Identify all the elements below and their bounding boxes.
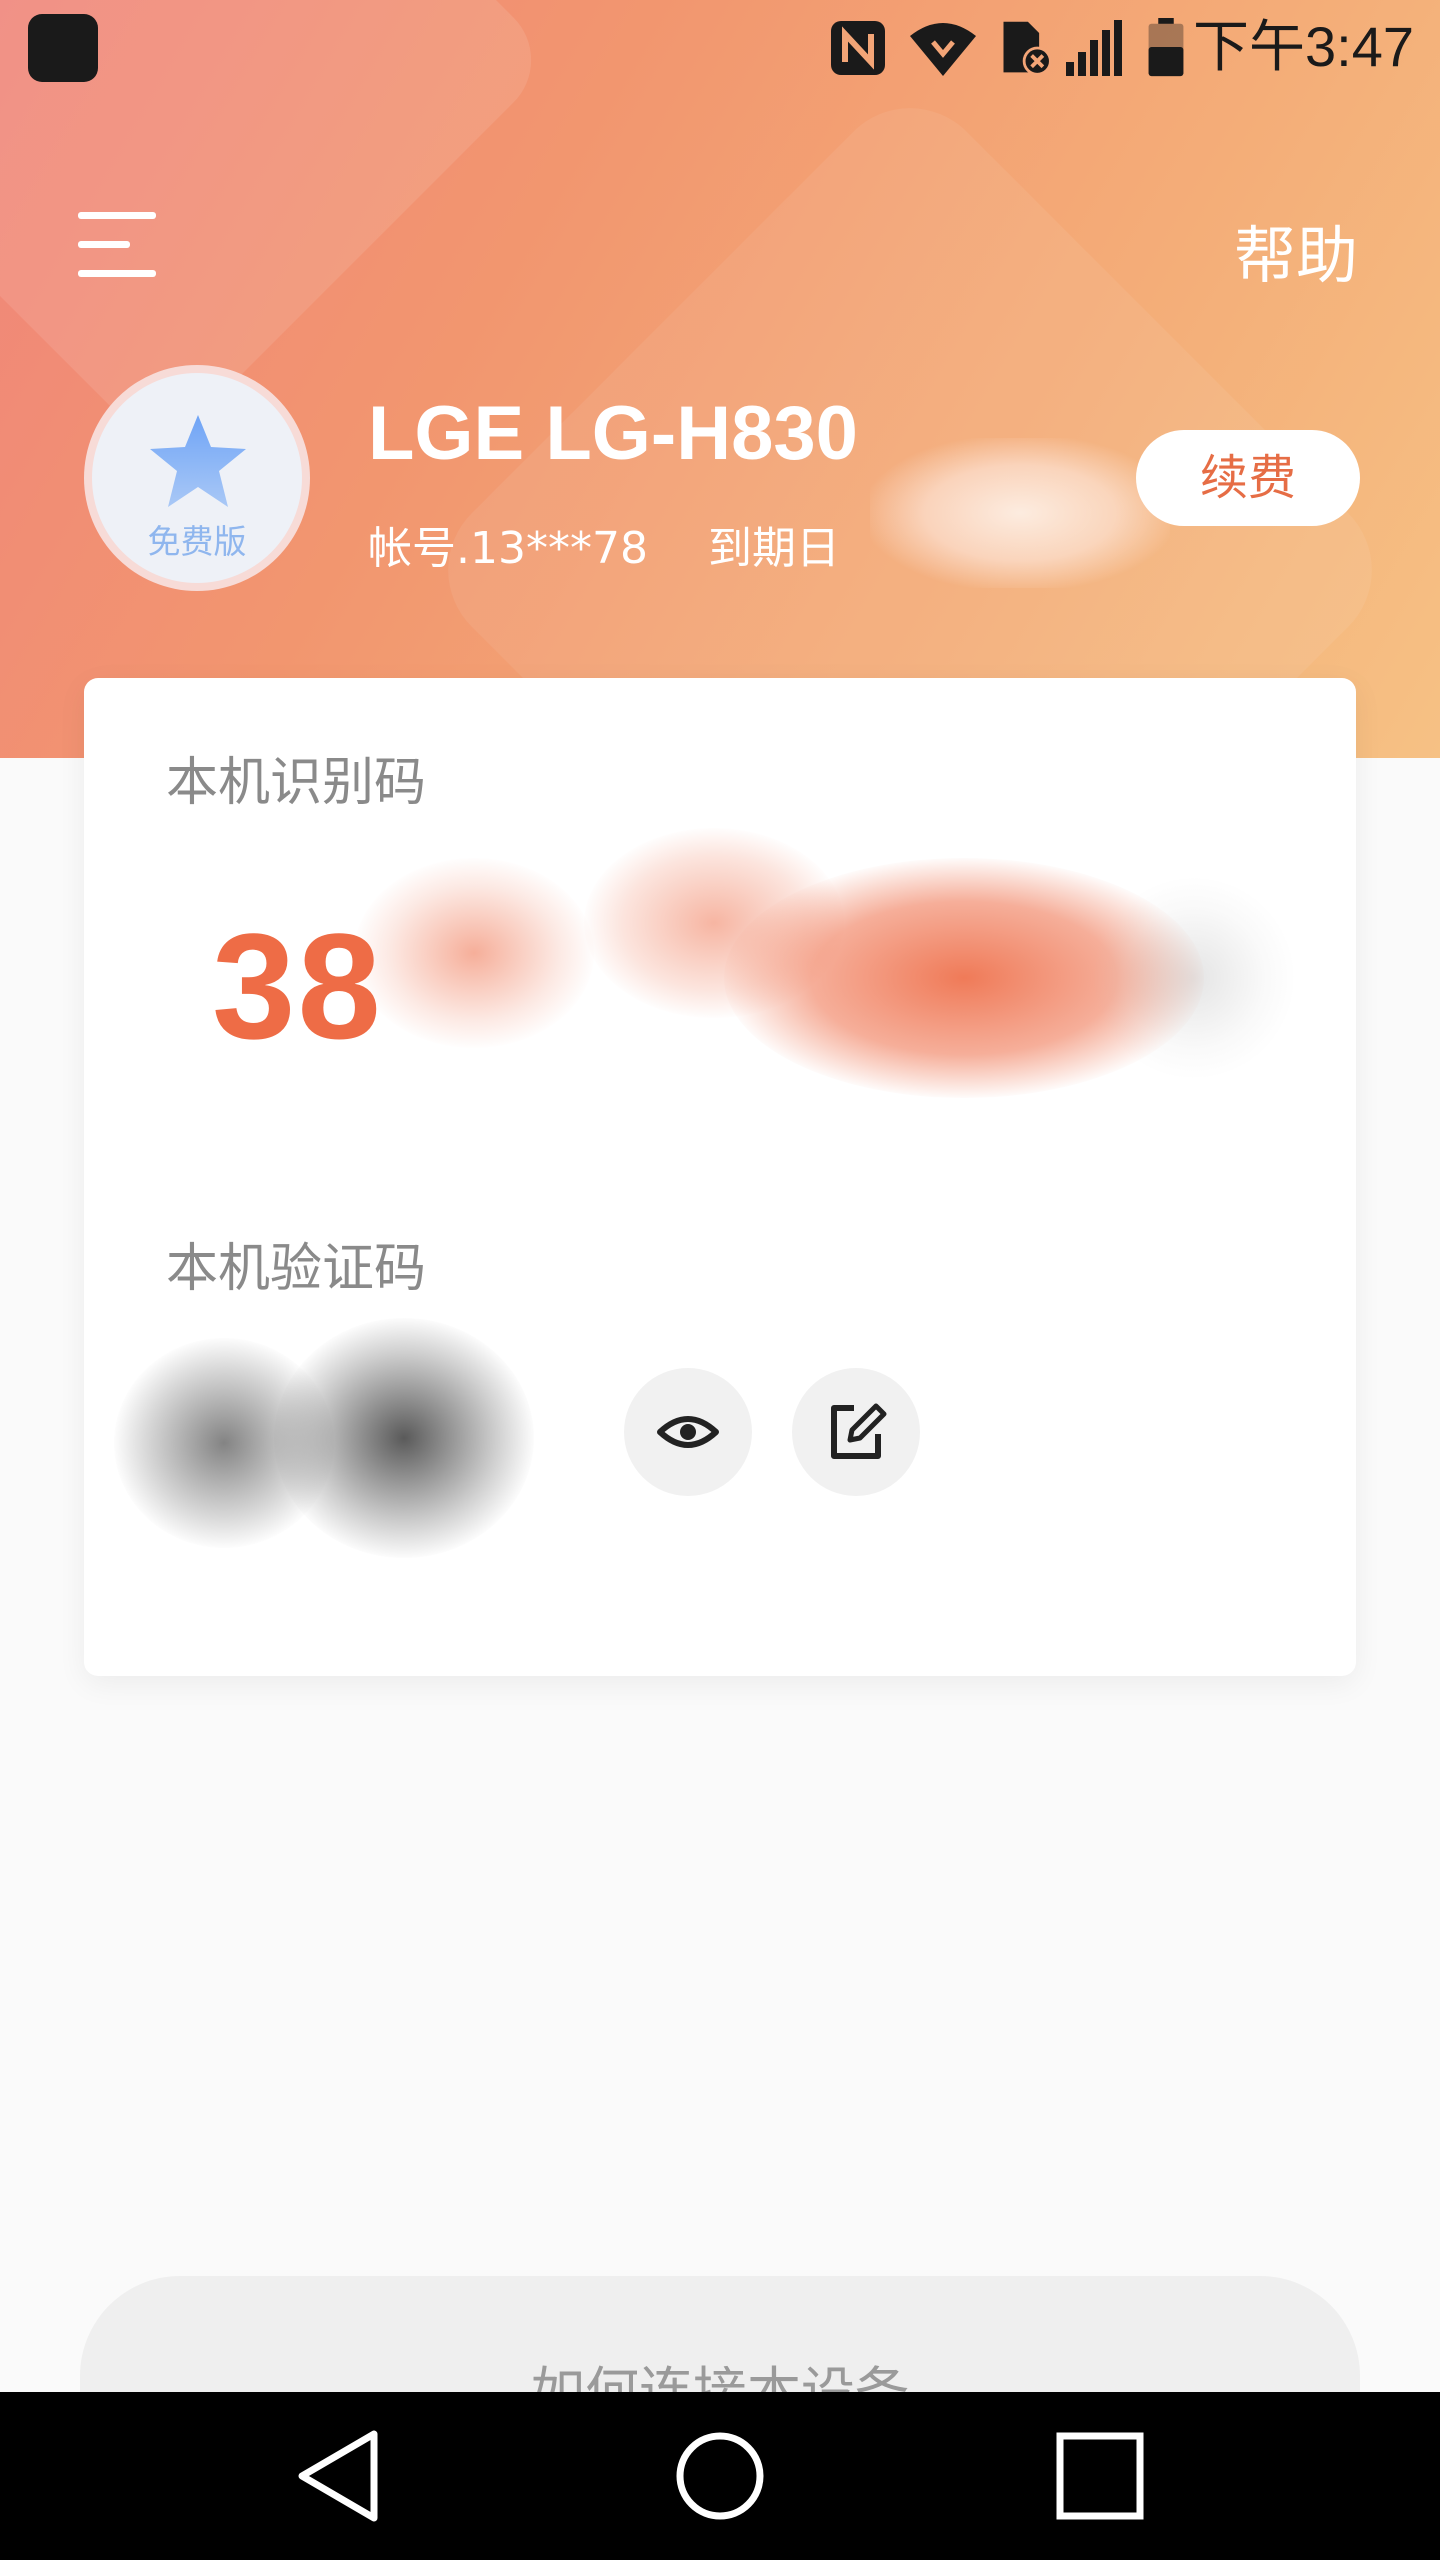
device-name: LGE LG-H830 (368, 391, 858, 476)
redaction-smudge (870, 438, 1170, 588)
account-number: 帐号.13***78 (368, 523, 648, 574)
status-bar: 下午3:47 (0, 0, 1440, 100)
nfc-icon (831, 21, 885, 75)
edit-icon (831, 1403, 887, 1459)
verify-code-label: 本机验证码 (166, 1239, 427, 1299)
help-link[interactable]: 帮助 (1234, 205, 1358, 295)
wifi-icon (910, 23, 976, 76)
redaction-smudge (1094, 878, 1294, 1078)
home-button[interactable] (620, 2392, 820, 2560)
battery-icon (1148, 18, 1184, 77)
renew-button[interactable]: 续费 (1136, 430, 1360, 526)
avatar: 免费版 (84, 365, 310, 591)
recents-icon (1056, 2432, 1144, 2520)
sim-icon (1003, 21, 1052, 76)
device-id-value: 38 (212, 902, 383, 1070)
signal-icon (1066, 20, 1122, 76)
back-button[interactable] (240, 2392, 440, 2560)
back-icon (298, 2430, 378, 2522)
expiry-label: 到期日 (708, 523, 840, 574)
plan-badge: 免费版 (147, 522, 247, 561)
show-code-button[interactable] (624, 1368, 752, 1496)
redaction-smudge (354, 858, 594, 1048)
device-id-label: 本机识别码 (166, 753, 427, 813)
eye-icon (657, 1416, 719, 1448)
edit-code-button[interactable] (792, 1368, 920, 1496)
status-time: 下午3:47 (1193, 15, 1414, 78)
redaction-smudge (274, 1318, 534, 1558)
system-nav-bar (0, 2392, 1440, 2560)
recents-button[interactable] (1000, 2392, 1200, 2560)
home-icon (676, 2432, 764, 2520)
expiry-date: 到期日 (708, 512, 840, 576)
star-icon (150, 415, 246, 507)
app-notification-icon (28, 14, 98, 82)
device-info-card: 本机识别码 38 本机验证码 (84, 678, 1356, 1676)
menu-icon[interactable] (78, 212, 156, 278)
